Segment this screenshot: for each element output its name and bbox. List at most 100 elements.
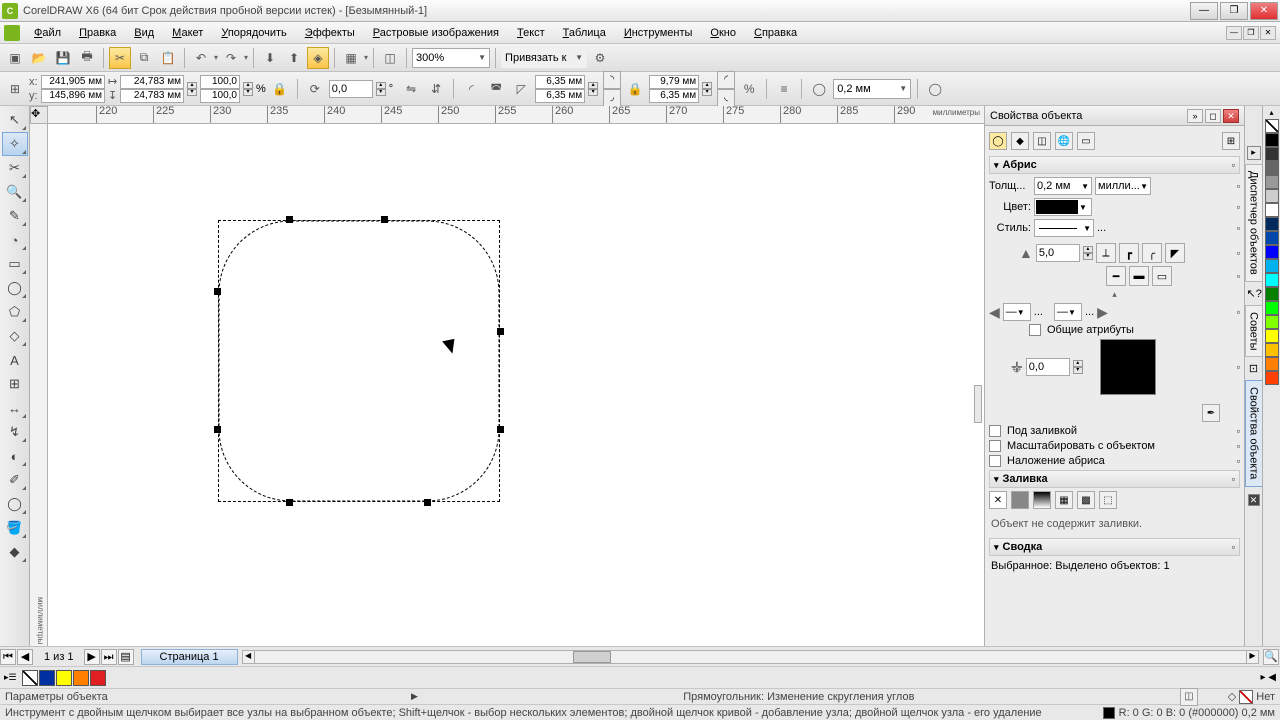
docker-close-button[interactable]: ✕ xyxy=(1223,109,1239,123)
swatch-gray[interactable] xyxy=(1265,161,1279,175)
outline-width-input[interactable] xyxy=(837,83,896,95)
app-menu-icon[interactable] xyxy=(4,25,20,41)
tab-close-icon[interactable]: ✕ xyxy=(1248,494,1260,506)
mirror-v-button[interactable]: ⇵ xyxy=(425,78,447,100)
nib-icon[interactable]: ✒ xyxy=(1202,404,1220,422)
swatch-green[interactable] xyxy=(1265,301,1279,315)
summary-section-header[interactable]: ▾Сводка ▫ xyxy=(989,538,1240,556)
menu-file[interactable]: Файл xyxy=(26,25,69,41)
height-input[interactable] xyxy=(120,89,184,103)
docpal-red[interactable] xyxy=(90,670,106,686)
shape-tool[interactable]: ✧ xyxy=(2,132,28,156)
mirror-h-button[interactable]: ⇋ xyxy=(400,78,422,100)
docker-expand-icon[interactable]: ▸ xyxy=(1247,146,1261,160)
to-curves-button[interactable]: ◯ xyxy=(924,78,946,100)
corner-scallop-button[interactable]: ◚ xyxy=(485,78,507,100)
status-color-proof-icon[interactable]: ◫ xyxy=(1180,688,1198,706)
zoom-combo[interactable]: ▼ xyxy=(412,48,490,68)
zoom-fit-button[interactable]: 🔍 xyxy=(1263,649,1279,665)
thickness-input[interactable]: 0,2 мм▼ xyxy=(1034,177,1092,195)
lock-ratio-button[interactable]: 🔒 xyxy=(269,78,291,100)
horizontal-scrollbar[interactable]: ◀ ▶ xyxy=(242,650,1259,664)
palette-up-icon[interactable]: ▴ xyxy=(1269,108,1273,117)
page-tab-1[interactable]: Страница 1 xyxy=(141,649,238,665)
swatch-silver[interactable] xyxy=(1265,175,1279,189)
swatch-blue[interactable] xyxy=(1265,245,1279,259)
swatch-darkgreen[interactable] xyxy=(1265,287,1279,301)
page-first-button[interactable]: ⏮ xyxy=(0,649,16,665)
outline-width-combo[interactable]: ▼ xyxy=(833,79,911,99)
zoom-input[interactable] xyxy=(416,52,475,64)
scale-with-checkbox[interactable] xyxy=(989,440,1001,452)
swatch-white[interactable] xyxy=(1265,203,1279,217)
minimize-button[interactable]: — xyxy=(1190,2,1218,20)
cap-round-button[interactable]: ▬ xyxy=(1129,266,1149,286)
docpal-orange[interactable] xyxy=(73,670,89,686)
corner-bl-icon[interactable]: ◟ xyxy=(717,89,735,107)
dimension-tool[interactable]: ↔ xyxy=(2,396,28,420)
docker-options-icon[interactable]: ⊞ xyxy=(1222,132,1240,150)
publish-button[interactable]: ◈ xyxy=(307,47,329,69)
fill-tab-icon[interactable]: ◆ xyxy=(1011,132,1029,150)
wrap-text-button[interactable]: ≡ xyxy=(773,78,795,100)
selected-rectangle[interactable] xyxy=(218,220,500,502)
swatch-cyan1[interactable] xyxy=(1265,259,1279,273)
cap-butt-button[interactable]: ━ xyxy=(1106,266,1126,286)
fill-tool[interactable]: 🪣 xyxy=(2,516,28,540)
swatch-none[interactable] xyxy=(1265,119,1279,133)
swatch-lime[interactable] xyxy=(1265,315,1279,329)
ruler-vertical[interactable]: миллиметры xyxy=(30,124,48,646)
menu-view[interactable]: Вид xyxy=(126,25,162,41)
outline-section-header[interactable]: ▾Абрис ▫ xyxy=(989,156,1240,174)
scale-x-input[interactable] xyxy=(200,75,240,89)
corner-tl-icon[interactable]: ◜ xyxy=(717,71,735,89)
corner-chamfer-button[interactable]: ◸ xyxy=(510,78,532,100)
docker-collapse-button[interactable]: » xyxy=(1187,109,1203,123)
menu-tools[interactable]: Инструменты xyxy=(616,25,701,41)
menu-layout[interactable]: Макет xyxy=(164,25,211,41)
swatch-yellow[interactable] xyxy=(1265,329,1279,343)
no-fill-button[interactable]: ✕ xyxy=(989,491,1007,509)
tab-object-manager[interactable]: Диспетчер объектов xyxy=(1245,164,1263,282)
arrow-end-combo[interactable]: —▼ xyxy=(1054,303,1082,321)
crop-tool[interactable]: ✂ xyxy=(2,156,28,180)
palette-menu-icon[interactable]: ▸☰ xyxy=(4,672,17,683)
status-expand-icon[interactable]: ▶ xyxy=(411,691,418,702)
polygon-tool[interactable]: ⬠ xyxy=(2,300,28,324)
docpal-none[interactable] xyxy=(22,670,38,686)
ruler-horizontal[interactable]: 220 225 230 235 240 245 250 255 260 265 … xyxy=(48,106,984,124)
ellipse-tool[interactable]: ◯ xyxy=(2,276,28,300)
save-button[interactable]: 💾 xyxy=(52,47,74,69)
swatch-dark-gray[interactable] xyxy=(1265,147,1279,161)
docpal-right-icon[interactable]: ▸ ◀ xyxy=(1261,672,1277,683)
smart-fill-tool[interactable]: ◔ xyxy=(2,228,28,252)
postscript-fill-button[interactable]: ⬚ xyxy=(1099,491,1117,509)
hints-icon[interactable]: ↖? xyxy=(1247,287,1261,301)
transparency-tab-icon[interactable]: ◫ xyxy=(1033,132,1051,150)
y-input[interactable] xyxy=(41,89,105,103)
maximize-button[interactable]: ❐ xyxy=(1220,2,1248,20)
corner-lock-button[interactable]: 🔒 xyxy=(624,78,646,100)
corner-tr-icon[interactable]: ◝ xyxy=(603,71,621,89)
open-button[interactable]: 📂 xyxy=(28,47,50,69)
swatch-blue1[interactable] xyxy=(1265,231,1279,245)
style-more-button[interactable]: ... xyxy=(1097,222,1106,234)
swatch-redorange[interactable] xyxy=(1265,371,1279,385)
corner2-h-input[interactable] xyxy=(649,89,699,103)
menu-window[interactable]: Окно xyxy=(702,25,744,41)
thickness-unit-combo[interactable]: милли...▼ xyxy=(1095,177,1151,195)
arrow-end-more[interactable]: ... xyxy=(1085,306,1094,318)
swatch-orange[interactable] xyxy=(1265,357,1279,371)
mdi-close[interactable]: ✕ xyxy=(1260,26,1276,40)
corner-bevel-button[interactable]: ◤ xyxy=(1165,243,1185,263)
swatch-black[interactable] xyxy=(1265,133,1279,147)
app-launch-button[interactable]: ▦ xyxy=(340,47,362,69)
docker-dock-button[interactable]: ◻ xyxy=(1205,109,1221,123)
menu-help[interactable]: Справка xyxy=(746,25,805,41)
page-add-button[interactable]: ▤ xyxy=(118,649,134,665)
text-tool[interactable]: A xyxy=(2,348,28,372)
pick-tool[interactable]: ↖ xyxy=(2,108,28,132)
menu-edit[interactable]: Правка xyxy=(71,25,124,41)
style-combo[interactable]: ▼ xyxy=(1034,219,1094,237)
menu-effects[interactable]: Эффекты xyxy=(297,25,363,41)
